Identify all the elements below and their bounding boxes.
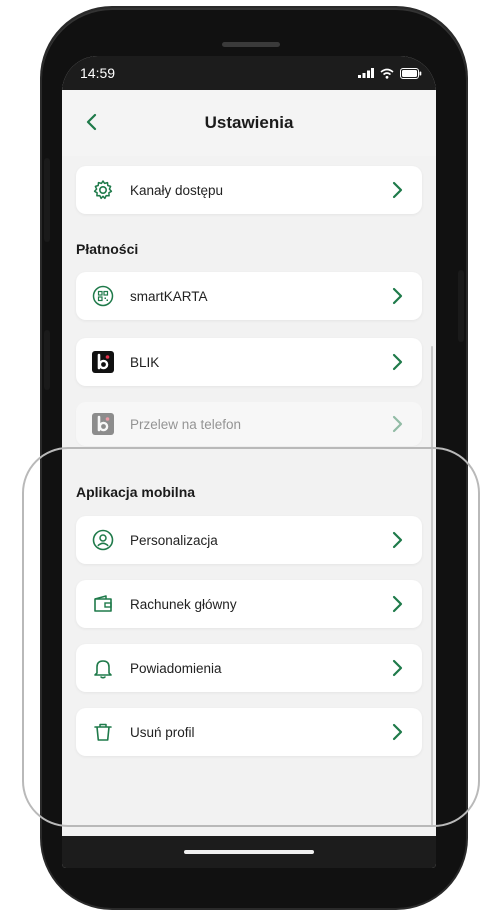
chevron-right-icon [392,287,403,305]
home-indicator[interactable] [184,850,314,854]
status-bar: 14:59 [62,56,436,90]
section-title-platnosci: Płatności [76,241,139,257]
chevron-right-icon [392,723,403,741]
power-button [458,270,464,342]
settings-item-personalizacja[interactable]: Personalizacja [76,516,422,564]
bottom-bar [62,836,436,868]
gear-icon [92,179,114,201]
chevron-right-icon [392,595,403,613]
chevron-right-icon [392,415,403,433]
section-title-aplikacja-mobilna: Aplikacja mobilna [76,484,196,500]
user-circle-icon [92,529,114,551]
scrollbar[interactable] [431,346,433,826]
screen: 14:59 Ustawienia Kanały dostępu Płatnośc… [62,56,436,868]
chevron-right-icon [392,531,403,549]
chevron-right-icon [392,181,403,199]
settings-item-label: Personalizacja [130,532,218,548]
speaker-grille [222,42,280,47]
volume-button [44,158,50,242]
settings-item-label: BLIK [130,354,160,370]
trash-icon [92,721,114,743]
header: Ustawienia [62,90,436,156]
settings-item-label: smartKARTA [130,288,208,304]
phone-transfer-icon [92,413,114,435]
bell-icon [92,657,114,679]
chevron-right-icon [392,659,403,677]
chevron-right-icon [392,353,403,371]
page-title: Ustawienia [204,113,294,132]
wifi-icon [380,68,394,79]
settings-item-usun-profil[interactable]: Usuń profil [76,708,422,756]
wallet-icon [92,593,114,615]
blik-icon [92,351,114,373]
signal-icon [358,68,374,78]
settings-item-smartkarta[interactable]: smartKARTA [76,272,422,320]
settings-item-label: Usuń profil [130,724,195,740]
battery-icon [400,67,422,79]
status-icons [358,67,422,79]
volume-button-lower [44,330,50,390]
settings-item-blik[interactable]: BLIK [76,338,422,386]
settings-item-kanaly-dostepu[interactable]: Kanały dostępu [76,166,422,214]
settings-item-label: Rachunek główny [130,596,237,612]
settings-item-label: Przelew na telefon [130,416,242,432]
settings-item-label: Kanały dostępu [130,182,224,198]
status-time: 14:59 [80,65,116,81]
settings-item-powiadomienia[interactable]: Powiadomienia [76,644,422,692]
settings-item-przelew-na-telefon[interactable]: Przelew na telefon [76,402,422,446]
settings-item-rachunek-glowny[interactable]: Rachunek główny [76,580,422,628]
settings-item-label: Powiadomienia [130,660,222,676]
smartkarta-icon [92,285,114,307]
back-button[interactable] [80,110,104,134]
